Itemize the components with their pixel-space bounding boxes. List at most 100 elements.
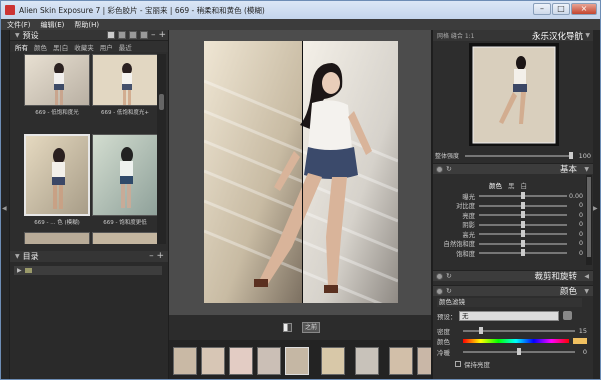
adjust-value: 0.00: [568, 192, 583, 200]
preset-thumb-4[interactable]: [92, 134, 158, 216]
color-reset-icon[interactable]: ↻: [446, 287, 452, 295]
preset-thumb-image: [93, 55, 157, 105]
maximize-button[interactable]: □: [552, 3, 570, 15]
subtab-black[interactable]: 黑: [508, 180, 515, 190]
expand-folder-icon[interactable]: ▶: [17, 267, 22, 274]
adjust-slider[interactable]: [479, 201, 567, 209]
crop-reset-icon[interactable]: ↻: [446, 272, 452, 280]
color-swatch[interactable]: [573, 338, 587, 344]
navigator-preview[interactable]: [469, 43, 559, 146]
split-divider[interactable]: [302, 41, 303, 303]
menu-edit[interactable]: 编辑(E): [41, 20, 65, 30]
app-window: Alien Skin Exposure 7 | 彩色胶片 - 宝丽来 | 669…: [0, 0, 601, 380]
hue-slider[interactable]: [463, 339, 569, 343]
preset-thumb-1[interactable]: [24, 54, 90, 106]
density-slider-thumb[interactable]: [478, 327, 483, 334]
list-view-icon[interactable]: [128, 31, 137, 39]
tab-all[interactable]: 所有: [15, 42, 28, 52]
crop-collapse-icon[interactable]: ◀: [584, 273, 589, 280]
film-thumb[interactable]: [355, 347, 379, 375]
window-title: Alien Skin Exposure 7 | 彩色胶片 - 宝丽来 | 669…: [19, 5, 265, 15]
color-toggle-icon[interactable]: [436, 287, 443, 295]
adjust-slider-thumb[interactable]: [521, 249, 525, 256]
film-thumb[interactable]: [389, 347, 413, 375]
basic-reset-icon[interactable]: ↻: [446, 165, 452, 173]
basic-section-header[interactable]: ↻ 基本 ▼: [433, 163, 593, 175]
grid-view-icon[interactable]: [106, 31, 115, 39]
density-value: 15: [578, 327, 587, 335]
film-thumb[interactable]: [417, 347, 431, 375]
preset-thumb-3-selected[interactable]: [24, 134, 90, 216]
film-thumb[interactable]: [173, 347, 197, 375]
density-slider[interactable]: [463, 327, 575, 334]
subtab-white[interactable]: 白: [521, 180, 528, 190]
film-thumb[interactable]: [229, 347, 253, 375]
small-grid-view-icon[interactable]: [117, 31, 126, 39]
adjust-slider-thumb[interactable]: [521, 201, 525, 209]
preserve-brightness-checkbox[interactable]: 保持亮度: [455, 359, 490, 369]
preset-thumb-5[interactable]: [24, 232, 90, 244]
remove-preset-icon[interactable]: –: [151, 31, 156, 40]
adjust-slider[interactable]: [479, 220, 567, 228]
before-button[interactable]: 之前: [302, 322, 320, 333]
preset-thumb-6[interactable]: [92, 232, 158, 244]
preset-gear-icon[interactable]: [563, 311, 572, 320]
preset-tabs: 所有 颜色 黑|白 收藏夹 用户 最近: [10, 41, 168, 52]
adjust-slider[interactable]: [479, 211, 567, 218]
directory-row[interactable]: ▶: [14, 266, 162, 275]
preview-photo[interactable]: [204, 41, 398, 303]
subtab-color[interactable]: 颜色: [489, 180, 502, 190]
color-section-header[interactable]: ↻ 颜色 ▼: [433, 285, 593, 297]
film-thumb[interactable]: [201, 347, 225, 375]
add-preset-icon[interactable]: +: [158, 31, 166, 40]
basic-toggle-icon[interactable]: [436, 165, 443, 173]
expand-icon[interactable]: [139, 31, 148, 39]
left-collapse-strip[interactable]: ◀: [1, 30, 9, 379]
adjust-slider[interactable]: [479, 239, 567, 247]
preset-thumb-2[interactable]: [92, 54, 158, 106]
collapse-directory-icon[interactable]: ▼: [15, 253, 20, 260]
presets-scrollbar[interactable]: [157, 54, 166, 244]
navigator-header: 网格 缝合 1:1 永乐汉化导航 ▼: [433, 30, 593, 42]
adjust-slider-thumb[interactable]: [521, 230, 525, 237]
adjust-slider[interactable]: [479, 230, 567, 237]
film-thumb-selected[interactable]: [285, 347, 309, 375]
directory-add-remove[interactable]: – +: [149, 251, 164, 261]
navigator-collapse-icon[interactable]: ▼: [585, 32, 590, 39]
right-collapse-strip[interactable]: ▶: [592, 30, 600, 379]
adjust-scrollbar[interactable]: [586, 175, 592, 265]
tab-user[interactable]: 用户: [100, 42, 113, 52]
tab-recent[interactable]: 最近: [119, 42, 132, 52]
collapse-presets-icon[interactable]: ▼: [15, 32, 20, 39]
cool-warm-slider-thumb[interactable]: [516, 348, 521, 355]
adjust-slider-thumb[interactable]: [521, 239, 525, 247]
cool-warm-slider[interactable]: [463, 348, 575, 355]
tab-color[interactable]: 颜色: [34, 42, 47, 52]
adjust-slider[interactable]: [479, 192, 567, 199]
tab-favorites[interactable]: 收藏夹: [74, 42, 94, 52]
close-button[interactable]: ×: [571, 3, 597, 15]
basic-collapse-icon[interactable]: ▼: [584, 166, 589, 173]
film-thumb[interactable]: [321, 347, 345, 375]
menu-file[interactable]: 文件(F): [7, 20, 31, 30]
color-collapse-icon[interactable]: ▼: [584, 288, 589, 295]
split-view-icon[interactable]: [283, 323, 292, 332]
crop-toggle-icon[interactable]: [436, 272, 443, 280]
menu-help[interactable]: 帮助(H): [74, 20, 99, 30]
presets-scroll-thumb[interactable]: [159, 94, 164, 110]
adjust-scroll-thumb[interactable]: [587, 177, 591, 257]
crop-section-header[interactable]: ↻ 裁剪和旋转 ◀: [433, 270, 593, 282]
minimize-button[interactable]: –: [533, 3, 551, 15]
strength-slider[interactable]: [465, 151, 573, 159]
adjust-slider-thumb[interactable]: [521, 211, 525, 218]
navigator-view-tabs[interactable]: 网格 缝合 1:1: [437, 31, 474, 40]
adjust-slider-thumb[interactable]: [521, 220, 525, 228]
color-preset-label: 预设：: [437, 312, 457, 321]
strength-slider-thumb[interactable]: [569, 151, 573, 159]
color-preset-dropdown[interactable]: 无: [459, 310, 559, 321]
adjust-slider[interactable]: [479, 249, 567, 256]
film-thumb[interactable]: [257, 347, 281, 375]
adjust-slider-thumb[interactable]: [521, 192, 525, 199]
tab-bw[interactable]: 黑|白: [53, 42, 68, 52]
checkbox-icon[interactable]: [455, 361, 461, 367]
